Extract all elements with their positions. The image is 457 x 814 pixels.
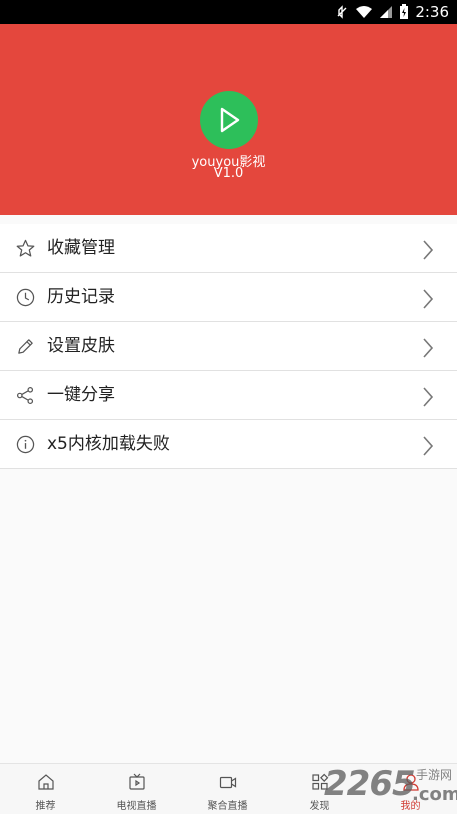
nav-tab-mine[interactable]: 我的 — [365, 764, 456, 814]
menu-item-label: 收藏管理 — [47, 238, 115, 258]
nav-tab-label: 电视直播 — [116, 801, 157, 812]
nav-tab-discover[interactable]: 发现 — [274, 764, 365, 814]
bottom-nav: 推荐 电视直播 聚合直播 发现 我的 — [0, 763, 457, 814]
menu-item-label: x5内核加载失败 — [47, 434, 170, 454]
chevron-right-icon — [423, 240, 434, 260]
user-icon — [403, 774, 419, 791]
chevron-right-icon — [423, 436, 434, 456]
nav-tab-label: 我的 — [400, 801, 421, 812]
nav-tab-recommend[interactable]: 推荐 — [0, 764, 91, 814]
star-icon — [16, 239, 35, 257]
app-version: V1.0 — [213, 166, 244, 181]
chevron-right-icon — [423, 338, 434, 358]
nav-tab-label: 推荐 — [35, 801, 56, 812]
profile-header: youyou影视 V1.0 — [0, 24, 457, 215]
pencil-icon — [18, 339, 33, 354]
clock-icon — [16, 288, 35, 307]
menu-item-label: 设置皮肤 — [47, 336, 115, 356]
info-icon — [16, 435, 35, 454]
mute-icon — [337, 5, 347, 19]
wifi-icon — [356, 6, 373, 18]
nav-tab-aggregate-live[interactable]: 聚合直播 — [182, 764, 273, 814]
menu-item-share[interactable]: 一键分享 — [0, 371, 457, 420]
play-icon — [220, 107, 240, 133]
menu-item-label: 一键分享 — [47, 385, 115, 405]
status-bar: 2:36 — [0, 0, 457, 24]
menu-item-favorites[interactable]: 收藏管理 — [0, 224, 457, 273]
menu-item-x5-kernel[interactable]: x5内核加载失败 — [0, 420, 457, 469]
share-icon — [16, 386, 34, 405]
chevron-right-icon — [423, 387, 434, 407]
menu-item-history[interactable]: 历史记录 — [0, 273, 457, 322]
video-camera-icon — [219, 776, 237, 789]
app-logo — [200, 91, 258, 149]
home-icon — [38, 774, 54, 790]
menu-item-skin[interactable]: 设置皮肤 — [0, 322, 457, 371]
apps-grid-icon — [312, 773, 329, 790]
settings-menu: 收藏管理 历史记录 设置皮肤 一键分享 x5内核加载失败 — [0, 224, 457, 469]
menu-item-label: 历史记录 — [47, 287, 115, 307]
status-time: 2:36 — [415, 3, 449, 21]
nav-tab-tv-live[interactable]: 电视直播 — [91, 764, 182, 814]
signal-icon — [380, 6, 393, 18]
nav-tab-label: 发现 — [309, 801, 330, 812]
battery-icon — [400, 4, 409, 19]
nav-tab-label: 聚合直播 — [207, 801, 248, 812]
chevron-right-icon — [423, 289, 434, 309]
tv-icon — [129, 773, 145, 790]
